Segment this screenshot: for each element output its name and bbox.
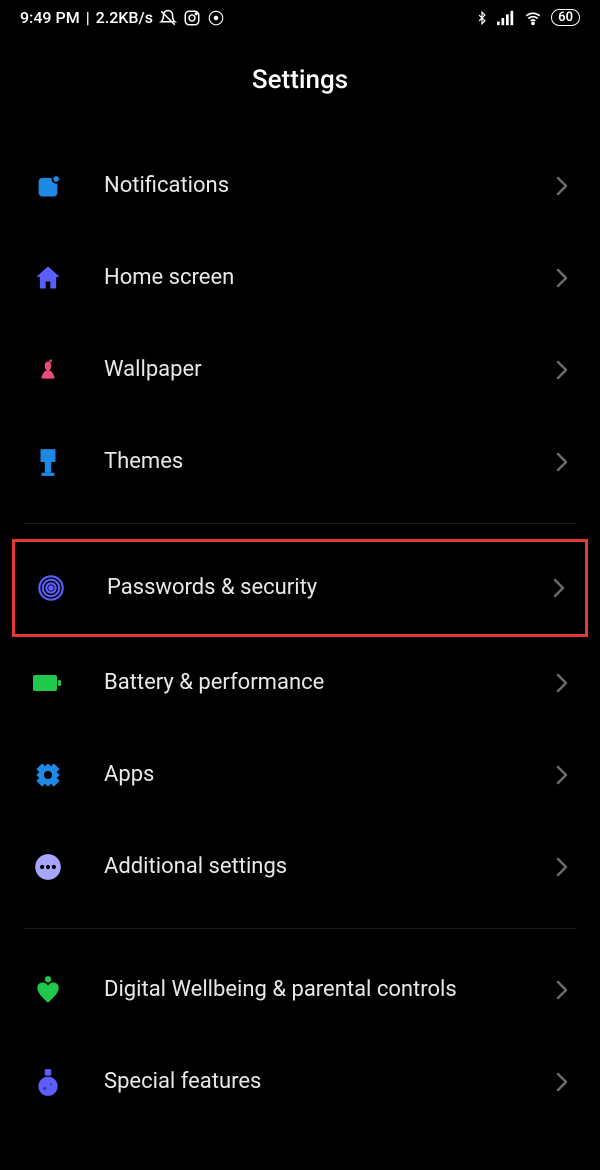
settings-item-label: Themes (104, 448, 556, 477)
fingerprint-icon (35, 572, 67, 604)
status-bar: 9:49 PM | 2.2KB/s 60 (0, 0, 600, 35)
chevron-right-icon (556, 268, 568, 288)
notifications-icon (32, 170, 64, 202)
chevron-right-icon (556, 765, 568, 785)
settings-item-themes[interactable]: Themes (12, 416, 588, 508)
battery-icon (32, 667, 64, 699)
status-data-rate: 2.2KB/s (96, 8, 153, 27)
chevron-right-icon (556, 176, 568, 196)
settings-item-label: Apps (104, 761, 556, 790)
settings-item-label: Special features (104, 1068, 556, 1097)
dots-icon (32, 851, 64, 883)
settings-item-label: Notifications (104, 172, 556, 201)
home-icon (32, 262, 64, 294)
settings-item-label: Wallpaper (104, 356, 556, 385)
chevron-right-icon (553, 578, 565, 598)
battery-indicator: 60 (551, 9, 580, 26)
settings-item-apps[interactable]: Apps (12, 729, 588, 821)
settings-item-digital-wellbeing[interactable]: Digital Wellbeing & parental controls (12, 944, 588, 1036)
chevron-right-icon (556, 673, 568, 693)
settings-item-label: Battery & performance (104, 669, 556, 698)
apps-icon (32, 759, 64, 791)
bluetooth-icon (475, 9, 489, 27)
wifi-icon (523, 10, 543, 26)
divider (24, 523, 576, 524)
settings-item-label: Passwords & security (107, 574, 553, 603)
chevron-right-icon (556, 1072, 568, 1092)
settings-item-label: Home screen (104, 264, 556, 293)
notifications-off-icon (159, 9, 177, 27)
status-right: 60 (475, 9, 580, 27)
settings-item-passwords-security[interactable]: Passwords & security (12, 539, 588, 637)
settings-item-additional-settings[interactable]: Additional settings (12, 821, 588, 913)
heart-icon (32, 974, 64, 1006)
settings-item-label: Digital Wellbeing & parental controls (104, 976, 556, 1005)
signal-icon (497, 10, 515, 26)
settings-item-label: Additional settings (104, 853, 556, 882)
settings-item-battery-performance[interactable]: Battery & performance (12, 637, 588, 729)
status-left: 9:49 PM | 2.2KB/s (20, 8, 225, 27)
chevron-right-icon (556, 857, 568, 877)
settings-item-home-screen[interactable]: Home screen (12, 232, 588, 324)
wallpaper-icon (32, 354, 64, 386)
themes-icon (32, 446, 64, 478)
flask-icon (32, 1066, 64, 1098)
settings-item-notifications[interactable]: Notifications (12, 140, 588, 232)
chevron-right-icon (556, 360, 568, 380)
page-title: Settings (0, 65, 600, 95)
chevron-right-icon (556, 452, 568, 472)
settings-list: Notifications Home screen Wallpaper Themes P… (0, 140, 600, 1128)
app-icon (207, 9, 225, 27)
divider (24, 928, 576, 929)
settings-item-wallpaper[interactable]: Wallpaper (12, 324, 588, 416)
status-time: 9:49 PM (20, 8, 80, 27)
settings-item-special-features[interactable]: Special features (12, 1036, 588, 1128)
chevron-right-icon (556, 980, 568, 1000)
instagram-icon (183, 9, 201, 27)
